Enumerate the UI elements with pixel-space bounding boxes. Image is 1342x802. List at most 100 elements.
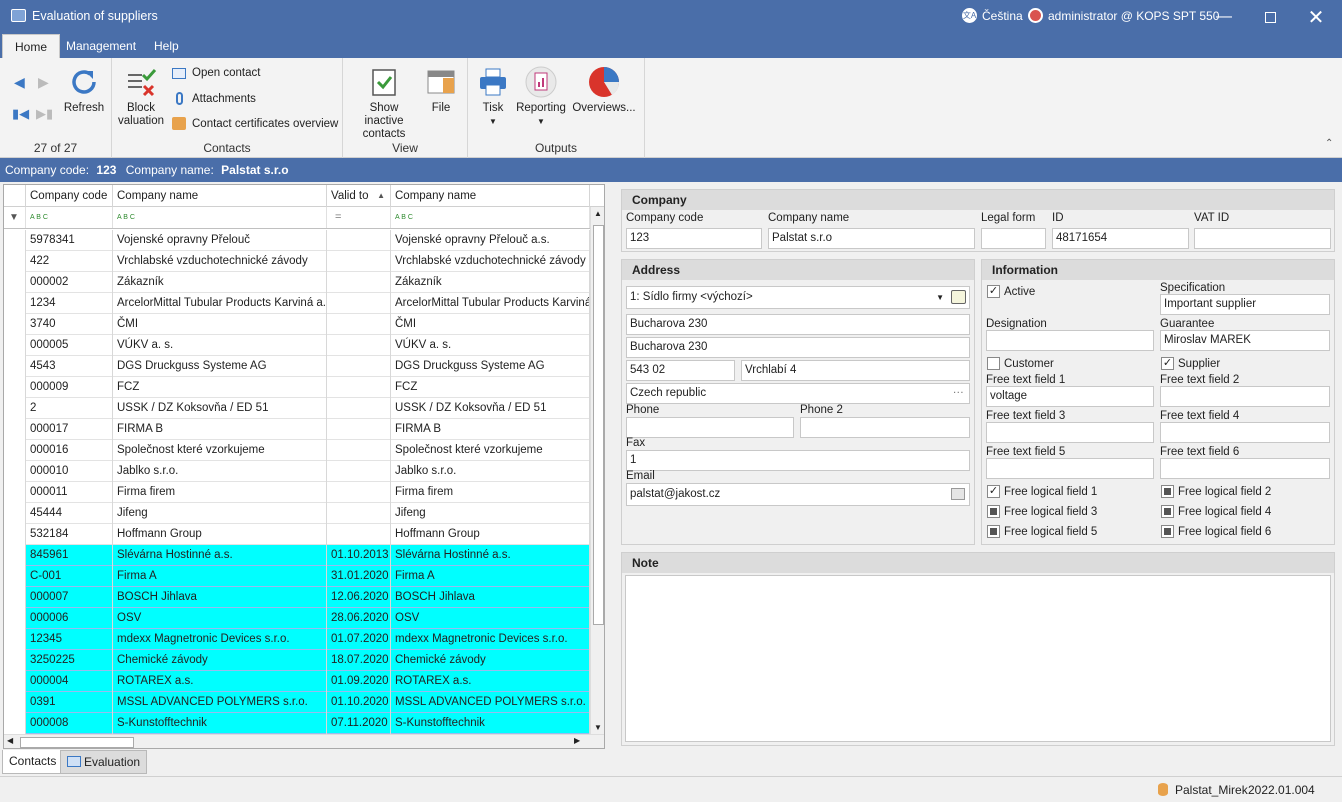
free-text-4-field[interactable] xyxy=(1160,422,1330,443)
table-row[interactable]: 845961 Slévárna Hostinné a.s. 01.10.2013 Sl… xyxy=(4,545,590,566)
column-header-company-name[interactable]: Company name xyxy=(113,185,327,207)
table-row[interactable]: 000002 Zákazník Zákazník xyxy=(4,272,590,293)
row-indicator[interactable] xyxy=(4,293,26,314)
note-textarea[interactable] xyxy=(625,575,1331,742)
legal-form-field[interactable] xyxy=(981,228,1046,249)
row-indicator[interactable] xyxy=(4,650,26,671)
row-indicator[interactable] xyxy=(4,251,26,272)
specification-field[interactable]: Important supplier xyxy=(1160,294,1330,315)
table-row[interactable]: 45444 Jifeng Jifeng xyxy=(4,503,590,524)
city-field[interactable]: Vrchlabí 4 xyxy=(741,360,970,381)
table-row[interactable]: 12345 mdexx Magnetronic Devices s.r.o. 01.… xyxy=(4,629,590,650)
table-row[interactable]: 2 USSK / DZ Koksovňa / ED 51 USSK / DZ Kok… xyxy=(4,398,590,419)
filter-cell-code[interactable]: A B C xyxy=(26,207,113,228)
open-contact-button[interactable]: Open contact xyxy=(172,67,260,79)
tisk-button[interactable]: Tisk ▼ xyxy=(476,66,510,128)
row-indicator[interactable] xyxy=(4,272,26,293)
row-indicator[interactable] xyxy=(4,587,26,608)
column-header-company-code[interactable]: Company code xyxy=(26,185,113,207)
country-field[interactable]: Czech republic… xyxy=(626,383,970,404)
first-record-icon[interactable]: ▮◀ xyxy=(12,106,29,122)
table-row[interactable]: 000011 Firma firem Firma firem xyxy=(4,482,590,503)
language-selector[interactable]: 文A Čeština xyxy=(962,8,1023,23)
company-name-field[interactable]: Palstat s.r.o xyxy=(768,228,975,249)
address-type-select[interactable]: 1: Sídlo firmy <výchozí> ▼ xyxy=(626,286,970,309)
table-row[interactable]: 000017 FIRMA B FIRMA B xyxy=(4,419,590,440)
table-row[interactable]: 532184 Hoffmann Group Hoffmann Group xyxy=(4,524,590,545)
street-field-1[interactable]: Bucharova 230 xyxy=(626,314,970,335)
phone2-field[interactable] xyxy=(800,417,970,438)
free-logical-4-checkbox[interactable]: Free logical field 4 xyxy=(1161,505,1271,518)
table-row[interactable]: 000016 Společnost které vzorkujeme Společn… xyxy=(4,440,590,461)
table-row[interactable]: 5978341 Vojenské opravny Přelouč Vojenské … xyxy=(4,230,590,251)
table-row[interactable]: 000004 ROTAREX a.s. 01.09.2020 ROTAREX a.s. xyxy=(4,671,590,692)
tab-evaluation[interactable]: Evaluation xyxy=(60,750,148,774)
active-checkbox[interactable]: ✓ Active xyxy=(987,285,1035,298)
street-field-2[interactable]: Bucharova 230 xyxy=(626,337,970,358)
tab-help[interactable]: Help xyxy=(142,34,191,58)
table-row[interactable]: 000007 BOSCH Jihlava 12.06.2020 BOSCH Jihla… xyxy=(4,587,590,608)
row-indicator[interactable] xyxy=(4,713,26,734)
filter-cell-name[interactable]: A B C xyxy=(113,207,327,228)
row-indicator[interactable] xyxy=(4,314,26,335)
row-indicator[interactable] xyxy=(4,230,26,251)
row-indicator[interactable] xyxy=(4,335,26,356)
file-button[interactable]: File xyxy=(425,66,457,115)
id-field[interactable]: 48171654 xyxy=(1052,228,1189,249)
minimize-button[interactable]: — xyxy=(1201,0,1247,34)
row-indicator[interactable] xyxy=(4,629,26,650)
filter-cell-valid-to[interactable]: = xyxy=(327,207,391,228)
vat-id-field[interactable] xyxy=(1194,228,1331,249)
table-row[interactable]: 0391 MSSL ADVANCED POLYMERS s.r.o. 01.10.2… xyxy=(4,692,590,713)
row-indicator[interactable] xyxy=(4,377,26,398)
table-row[interactable]: 000009 FCZ FCZ xyxy=(4,377,590,398)
tab-contacts[interactable]: Contacts xyxy=(2,750,64,774)
free-text-3-field[interactable] xyxy=(986,422,1154,443)
table-row[interactable]: 3740 ČMI ČMI xyxy=(4,314,590,335)
free-text-5-field[interactable] xyxy=(986,458,1154,479)
filter-cell-name-2[interactable]: A B C xyxy=(391,207,590,228)
free-logical-1-checkbox[interactable]: ✓ Free logical field 1 xyxy=(987,485,1097,498)
company-code-field[interactable]: 123 xyxy=(626,228,762,249)
row-indicator[interactable] xyxy=(4,545,26,566)
row-indicator[interactable] xyxy=(4,398,26,419)
row-indicator[interactable] xyxy=(4,671,26,692)
table-row[interactable]: 4543 DGS Druckguss Systeme AG DGS Druckgus… xyxy=(4,356,590,377)
supplier-checkbox[interactable]: ✓ Supplier xyxy=(1161,357,1220,370)
column-header-company-name-2[interactable]: Company name xyxy=(391,185,590,207)
row-indicator[interactable] xyxy=(4,608,26,629)
row-indicator[interactable] xyxy=(4,482,26,503)
table-row[interactable]: 3250225 Chemické závody 18.07.2020 Chemické… xyxy=(4,650,590,671)
table-row[interactable]: 000008 S-Kunstofftechnik 07.11.2020 S-Kunst… xyxy=(4,713,590,734)
table-row[interactable]: 1234 ArcelorMittal Tubular Products Karvi… xyxy=(4,293,590,314)
table-row[interactable]: C-001 Firma A 31.01.2020 Firma A xyxy=(4,566,590,587)
next-record-icon[interactable]: ▶ xyxy=(38,74,49,91)
show-inactive-button[interactable]: Show inactive contacts xyxy=(349,66,419,141)
prev-record-icon[interactable]: ◀ xyxy=(14,74,25,91)
free-text-1-field[interactable]: voltage xyxy=(986,386,1154,407)
free-text-2-field[interactable] xyxy=(1160,386,1330,407)
scroll-up-icon[interactable]: ▲ xyxy=(594,209,602,218)
table-row[interactable]: 000005 VÚKV a. s. VÚKV a. s. xyxy=(4,335,590,356)
user-info[interactable]: administrator @ KOPS SPT 550 xyxy=(1028,8,1219,23)
free-logical-6-checkbox[interactable]: Free logical field 6 xyxy=(1161,525,1271,538)
horizontal-scroll-thumb[interactable] xyxy=(20,737,134,748)
collapse-ribbon-icon[interactable]: ⌃ xyxy=(1325,138,1333,149)
free-logical-5-checkbox[interactable]: Free logical field 5 xyxy=(987,525,1097,538)
address-book-icon[interactable] xyxy=(951,290,966,304)
horizontal-scrollbar[interactable]: ◀ ▶ xyxy=(4,734,604,748)
send-email-icon[interactable] xyxy=(951,488,965,500)
row-indicator[interactable] xyxy=(4,419,26,440)
email-field[interactable]: palstat@jakost.cz xyxy=(626,483,970,506)
free-logical-2-checkbox[interactable]: Free logical field 2 xyxy=(1161,485,1271,498)
table-row[interactable]: 000010 Jablko s.r.o. Jablko s.r.o. xyxy=(4,461,590,482)
vertical-scroll-thumb[interactable] xyxy=(593,225,604,625)
tab-home[interactable]: Home xyxy=(2,34,61,58)
designation-field[interactable] xyxy=(986,330,1154,351)
last-record-icon[interactable]: ▶▮ xyxy=(36,106,53,122)
ellipsis-icon[interactable]: … xyxy=(953,384,965,400)
contact-certificates-button[interactable]: Contact certificates overview xyxy=(172,117,338,130)
guarantee-field[interactable]: Miroslav MAREK xyxy=(1160,330,1330,351)
overviews-button[interactable]: Overviews... xyxy=(572,66,636,115)
reporting-button[interactable]: Reporting ▼ xyxy=(516,66,566,128)
